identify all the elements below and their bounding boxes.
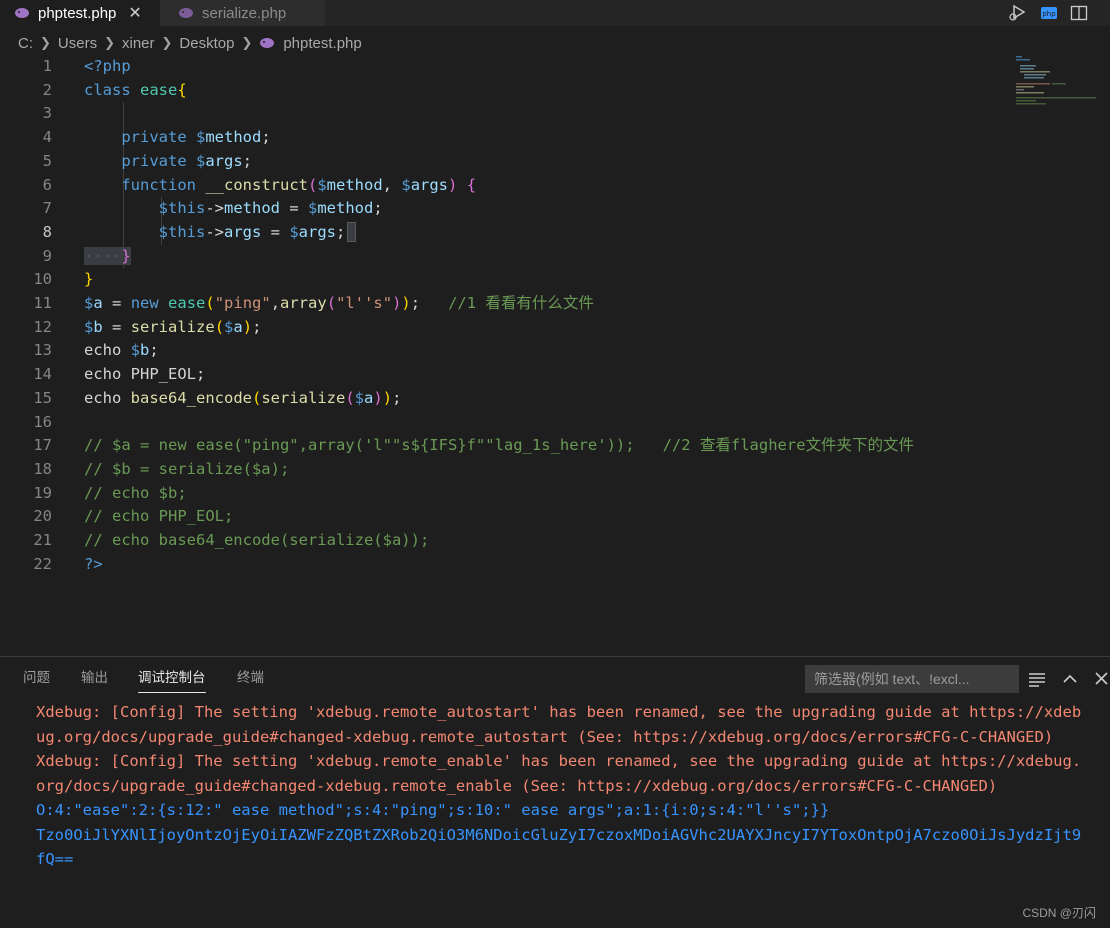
code-editor[interactable]: 1 <?php 2 class ease{ 3 4 private $method;… bbox=[0, 55, 1010, 595]
breadcrumb: C: ❯ Users ❯ xiner ❯ Desktop ❯ phptest.php bbox=[18, 32, 362, 54]
breadcrumb-item[interactable]: xiner bbox=[122, 35, 155, 52]
tab-terminal[interactable]: 终端 bbox=[237, 660, 264, 696]
breadcrumb-item[interactable]: C: bbox=[18, 35, 33, 52]
console-line-error: Xdebug: [Config] The setting 'xdebug.rem… bbox=[36, 752, 1082, 770]
collapse-all-icon[interactable] bbox=[1027, 668, 1047, 690]
console-line-output: Tzo0OiJlYXNlIjoyOntzOjEyOiIAZWFzZQBtZXRo… bbox=[36, 825, 1082, 844]
breadcrumb-item[interactable]: Users bbox=[58, 35, 97, 52]
split-editor-icon[interactable] bbox=[1070, 4, 1088, 22]
tab-debug-console[interactable]: 调试控制台 bbox=[138, 660, 206, 693]
tab-phptest[interactable]: phptest.php ✕ bbox=[0, 0, 160, 26]
console-line-error: org/docs/upgrade_guide#changed-xdebug.re… bbox=[36, 776, 998, 795]
php-elephant-icon bbox=[15, 8, 29, 18]
console-line-output: fQ== bbox=[36, 850, 74, 868]
php-elephant-icon bbox=[260, 38, 275, 48]
tab-output[interactable]: 输出 bbox=[81, 660, 108, 696]
run-debug-icon[interactable] bbox=[1008, 4, 1028, 22]
chevron-right-icon: ❯ bbox=[104, 35, 115, 50]
close-icon[interactable] bbox=[1093, 668, 1109, 690]
tab-label: serialize.php bbox=[202, 4, 287, 22]
tab-serialize[interactable]: serialize.php bbox=[160, 0, 325, 26]
minimap[interactable] bbox=[1012, 55, 1107, 105]
watermark: CSDN @刃闪 bbox=[1022, 906, 1096, 920]
console-line-error: Xdebug: [Config] The setting 'xdebug.rem… bbox=[36, 703, 1082, 721]
breadcrumb-item[interactable]: Desktop bbox=[179, 35, 234, 52]
chevron-up-icon[interactable] bbox=[1061, 668, 1079, 690]
console-line-output: O:4:"ease":2:{s:12:" ease method";s:4:"p… bbox=[36, 801, 830, 819]
panel-divider bbox=[0, 656, 1110, 657]
php-debug-icon[interactable]: php bbox=[1040, 4, 1058, 22]
chevron-right-icon: ❯ bbox=[40, 35, 51, 50]
chevron-right-icon: ❯ bbox=[241, 35, 253, 50]
breadcrumb-item[interactable]: phptest.php bbox=[283, 35, 361, 52]
console-line-error: ug.org/docs/upgrade_guide#changed-xdebug… bbox=[36, 727, 1054, 746]
close-icon[interactable]: ✕ bbox=[128, 3, 141, 23]
svg-text:php: php bbox=[1042, 10, 1056, 18]
text-cursor bbox=[347, 222, 357, 243]
debug-console-output: Xdebug: [Config] The setting 'xdebug.rem… bbox=[36, 700, 1110, 872]
editor-tab-bar: phptest.php ✕ serialize.php php bbox=[0, 0, 1110, 26]
filter-input[interactable]: 筛选器(例如 text、!excl... bbox=[805, 665, 1019, 693]
editor-actions: php bbox=[1008, 0, 1110, 26]
tab-label: phptest.php bbox=[38, 4, 117, 22]
tab-problems[interactable]: 问题 bbox=[23, 660, 50, 696]
php-elephant-icon bbox=[179, 8, 193, 18]
chevron-right-icon: ❯ bbox=[161, 35, 173, 50]
